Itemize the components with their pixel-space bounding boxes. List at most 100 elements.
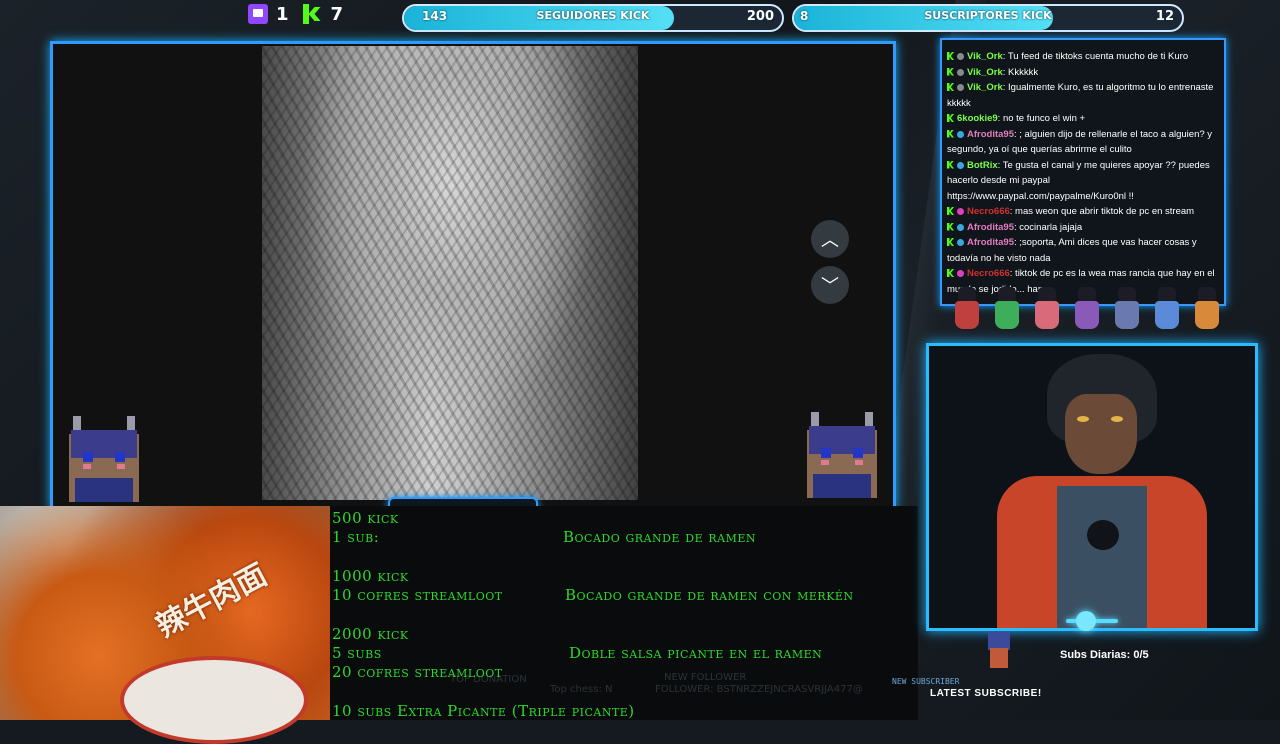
subs-daily-counter: Subs Diarias: 0/5 [1060,649,1149,661]
nav-up-button[interactable]: ︿ [811,220,849,258]
followers-target: 200 [746,9,774,24]
chat-message: Afrodita95: ;soporta, Ami dices que vas … [942,235,1224,266]
chat-message: Vik_Ork: Tu feed de tiktoks cuenta mucho… [942,49,1224,65]
twitch-counter: 1 [248,4,289,25]
viewer-characters-row [950,283,1230,333]
avatar-eye-right [1111,416,1123,422]
chat-message: Vik_Ork: Kkkkkk [942,65,1224,81]
chat-text: : Tu feed de tiktoks cuenta mucho de ti … [1002,51,1189,62]
chevron-down-icon: ﹀ [821,276,839,297]
chevron-up-icon: ︿ [821,230,839,251]
chat-panel: Vik_Ork: Tu feed de tiktoks cuenta mucho… [940,38,1226,306]
kick-counter: 7 [302,3,344,25]
goal-line-5: 2000 kick [332,625,409,643]
goal-reward-1: Bocado grande de ramen [563,528,757,546]
kick-badge-icon [947,52,954,60]
user-badge-icon [957,84,964,91]
user-badge-icon [957,223,964,231]
kick-icon [302,4,323,24]
avatar-face [1065,394,1137,474]
goal-line-6: 5 subs [332,644,382,662]
ramen-bowl [120,656,308,744]
viewer-character [950,283,984,331]
chat-username[interactable]: Afrodita95 [967,222,1014,233]
audio-meter-knob [1076,611,1096,631]
kick-badge-icon [947,238,954,246]
goal-line-4: 10 cofres streamloot [332,586,503,604]
twitch-count: 1 [276,3,289,25]
noodle-package-text: 辣牛肉面 [150,557,273,645]
nav-down-button[interactable]: ﹀ [811,266,849,304]
kick-badge-icon [947,160,954,169]
chat-username[interactable]: Afrodita95 [967,129,1014,140]
user-badge-icon [957,53,964,60]
chat-username[interactable]: Vik_Ork [967,51,1003,62]
chat-username[interactable]: Afrodita95 [967,237,1014,248]
avatar-shirt [1057,486,1147,628]
chat-message: BotRix: Te gusta el canal y me quieres a… [942,158,1224,205]
goal-reward-2: Bocado grande de ramen con merkén [565,586,854,604]
chat-message: Afrodita95: cocinarla jajaja [942,220,1224,236]
viewer-character [1030,283,1064,331]
avatar-audio-meter [926,611,1252,631]
kick-badge-icon [947,207,954,215]
user-badge-icon [957,130,964,138]
followers-goal-bar: 143 SEGUIDORES KICK 200 [402,4,784,32]
donation-goals-panel: Top chess: N FOLLOWER: BSTNRZZEJNCRASVRJ… [330,506,918,720]
video-player[interactable] [262,46,638,500]
pixel-mascot-right [797,408,887,498]
twitch-icon [248,4,268,24]
avatar-shirt-emblem [1087,520,1119,550]
webcam-feed: 辣牛肉面 [0,506,330,744]
platform-counters: 1 7 [248,3,343,25]
viewer-character [990,283,1024,331]
mini-mascot [980,630,1018,670]
latest-subscriber-label: LATEST SUBSCRIBE! [930,688,1042,699]
goal-line-8: 10 subs Extra Picante (Triple picante) [332,702,635,720]
chat-message: Necro666: mas weon que abrir tiktok de p… [942,204,1224,220]
viewer-character [1070,283,1104,331]
user-badge-icon [957,68,964,76]
followers-label: SEGUIDORES KICK [536,9,650,22]
chat-username[interactable]: BotRix [967,160,998,171]
goal-line-1: 500 kick [332,509,399,527]
chat-message: 6kookie9: no te funco el win + [942,111,1224,127]
subs-goal-bar: 8 SUSCRIPTORES KICK 12 [792,4,1184,32]
ticker-follower: FOLLOWER: BSTNRZZEJNCRASVRJJA477@ [655,684,863,695]
viewer-character [1110,283,1144,331]
kick-badge-icon [947,67,954,76]
goal-reward-3: Doble salsa picante en el ramen [569,644,823,662]
chat-text: : mas weon que abrir tiktok de pc en str… [1009,206,1195,217]
ticker-new-follower: NEW FOLLOWER [664,672,747,683]
kick-badge-icon [947,129,954,138]
chat-text: : no te funco el win + [997,113,1086,124]
goal-line-3: 1000 kick [332,567,409,585]
viewer-character [1150,283,1184,331]
main-stage: ︿ ﹀ [50,41,896,509]
subs-target: 12 [1155,9,1174,24]
ticker-top-cheer: Top chess: N [550,684,613,695]
subs-label: SUSCRIPTORES KICK [924,9,1052,22]
kick-badge-icon [947,114,954,122]
chat-text: : Kkkkkk [1002,66,1039,78]
goal-line-2: 1 sub: [332,528,380,546]
chat-username[interactable]: Vik_Ork [967,82,1003,93]
goal-line-7: 20 cofres streamloot [332,663,503,681]
vtuber-avatar-frame [926,343,1258,631]
chat-text: : cocinarla jajaja [1013,221,1083,233]
kick-count: 7 [330,3,344,25]
user-badge-icon [957,239,964,246]
user-badge-icon [957,161,964,169]
avatar-eye-left [1077,416,1089,422]
new-subscriber-label: NEW SUBSCRIBER [892,677,960,686]
chat-username[interactable]: Necro666 [967,268,1010,279]
chat-username[interactable]: Necro666 [967,206,1010,217]
chat-message: Vik_Ork: Igualmente Kuro, es tu algoritm… [942,80,1224,111]
chat-username[interactable]: Vik_Ork [967,67,1003,78]
pixel-mascot-left [59,412,149,502]
user-badge-icon [957,270,964,277]
chat-message: Afrodita95: ; alguien dijo de rellenarle… [942,127,1224,158]
user-badge-icon [957,208,964,215]
kick-badge-icon [947,222,954,231]
chat-username[interactable]: 6kookie9 [957,113,998,124]
